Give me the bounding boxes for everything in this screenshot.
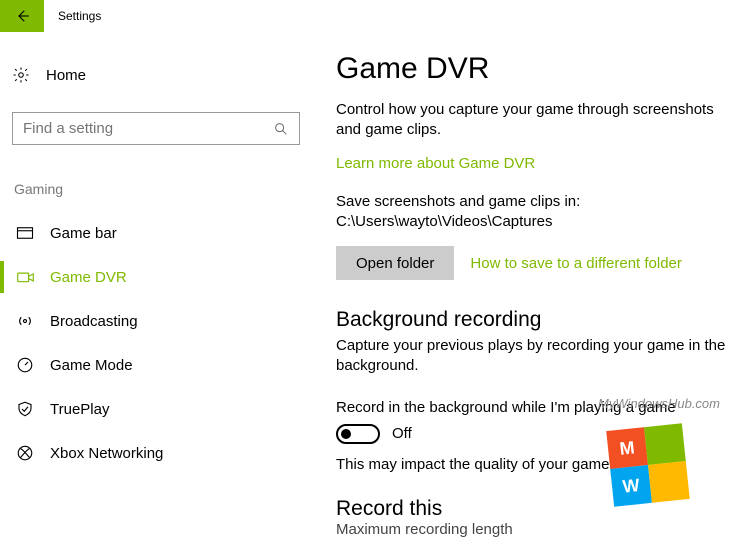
meter-icon [16, 356, 50, 374]
sidebar-item-game-mode[interactable]: Game Mode [12, 343, 304, 387]
how-to-save-link[interactable]: How to save to a different folder [470, 255, 682, 272]
section-label: Gaming [12, 181, 304, 197]
learn-more-link[interactable]: Learn more about Game DVR [336, 155, 535, 172]
xbox-icon [16, 444, 50, 462]
page-title: Game DVR [336, 52, 736, 86]
sidebar-item-label: Xbox Networking [50, 445, 163, 462]
sidebar-item-game-bar[interactable]: Game bar [12, 211, 304, 255]
app-title: Settings [58, 9, 101, 23]
search-input[interactable] [23, 120, 273, 137]
sidebar-item-label: Broadcasting [50, 313, 138, 330]
open-folder-button[interactable]: Open folder [336, 246, 454, 280]
sidebar-item-xbox-networking[interactable]: Xbox Networking [12, 431, 304, 475]
bg-toggle[interactable] [336, 424, 380, 444]
sidebar-item-label: Game bar [50, 225, 117, 242]
intro-text: Control how you capture your game throug… [336, 100, 736, 141]
watermark-text: MyWindowsHub.com [598, 396, 720, 411]
sidebar-item-label: Game DVR [50, 269, 127, 286]
window-icon [16, 226, 50, 240]
home-button[interactable]: Home [12, 60, 304, 90]
record-this-cutoff: Maximum recording length [336, 521, 736, 538]
sidebar-item-label: TruePlay [50, 401, 109, 418]
sidebar-item-broadcasting[interactable]: Broadcasting [12, 299, 304, 343]
back-button[interactable] [0, 0, 44, 32]
settings-icon [12, 66, 46, 84]
bg-toggle-state: Off [392, 425, 412, 442]
sidebar: Home Gaming Game bar Game DVR Broa [0, 32, 316, 533]
search-box[interactable] [12, 112, 300, 145]
bg-impact-note: This may impact the quality of your game… [336, 456, 736, 473]
record-this-heading: Record this [336, 497, 736, 521]
broadcast-icon [16, 312, 50, 330]
search-icon [273, 121, 289, 137]
sidebar-item-game-dvr[interactable]: Game DVR [12, 255, 304, 299]
home-label: Home [46, 67, 86, 84]
bg-recording-heading: Background recording [336, 308, 736, 332]
sidebar-item-trueplay[interactable]: TruePlay [12, 387, 304, 431]
sidebar-item-label: Game Mode [50, 357, 133, 374]
camera-icon [16, 270, 50, 284]
bg-recording-desc: Capture your previous plays by recording… [336, 336, 736, 377]
content-area: Game DVR Control how you capture your ga… [316, 32, 736, 533]
save-path-text: Save screenshots and game clips in: C:\U… [336, 192, 736, 233]
shield-check-icon [16, 400, 50, 418]
